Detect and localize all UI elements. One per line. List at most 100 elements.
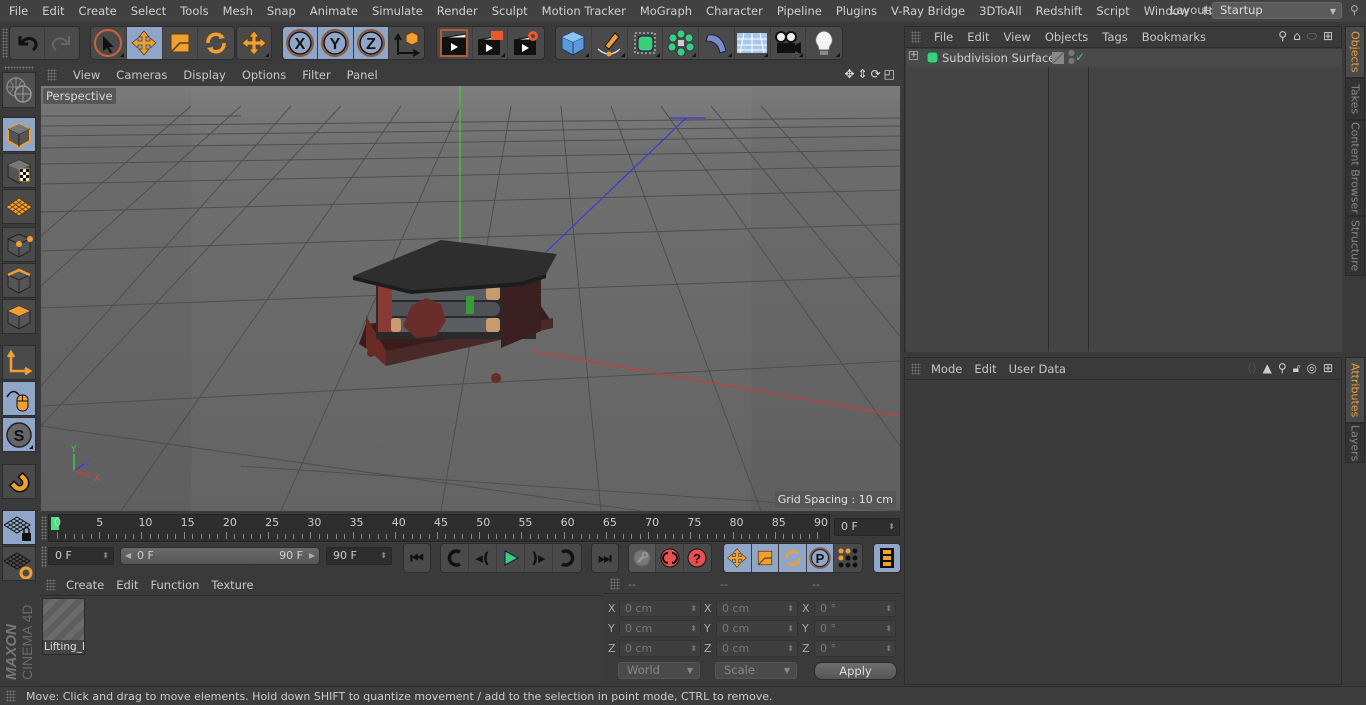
axis-mode-button[interactable] bbox=[2, 345, 36, 380]
timeline-window-button[interactable] bbox=[874, 544, 900, 572]
spinner-icon[interactable]: ⬍ bbox=[380, 548, 387, 564]
size-y-field[interactable]: 0 cm ⬍ bbox=[716, 620, 798, 637]
spinner-icon[interactable]: ⬍ bbox=[787, 621, 794, 636]
tab-objects[interactable]: Objects bbox=[1345, 26, 1365, 78]
menu-plugins[interactable]: Plugins bbox=[829, 0, 884, 22]
workplane-mode-button[interactable] bbox=[2, 189, 36, 224]
rotate-tool-button[interactable] bbox=[198, 27, 234, 59]
menu-pipeline[interactable]: Pipeline bbox=[770, 0, 829, 22]
material-menu-edit[interactable]: Edit bbox=[110, 578, 144, 592]
menu-mograph[interactable]: MoGraph bbox=[633, 0, 699, 22]
spinner-icon[interactable]: ⬍ bbox=[885, 641, 892, 656]
menu-animate[interactable]: Animate bbox=[303, 0, 365, 22]
cursor-icon[interactable]: ▲ bbox=[1263, 361, 1272, 376]
y-axis-button[interactable]: Y bbox=[318, 27, 354, 59]
object-grip[interactable] bbox=[911, 31, 921, 43]
spinner-icon[interactable]: ⬍ bbox=[885, 621, 892, 636]
object-menu-tags[interactable]: Tags bbox=[1095, 30, 1134, 44]
viewport-menu-cameras[interactable]: Cameras bbox=[108, 68, 175, 82]
position-z-field[interactable]: 0 cm ⬍ bbox=[619, 640, 701, 657]
tab-attributes[interactable]: Attributes bbox=[1345, 357, 1365, 423]
apply-button[interactable]: Apply bbox=[814, 662, 897, 680]
key-rotation-button[interactable] bbox=[779, 544, 807, 572]
subdivision-surface-button[interactable] bbox=[628, 27, 664, 59]
previous-key-button[interactable] bbox=[441, 544, 469, 572]
pan-icon[interactable]: ✥ bbox=[844, 67, 854, 81]
previous-frame-button[interactable]: ◂( bbox=[469, 544, 497, 572]
material-grip[interactable] bbox=[46, 579, 56, 591]
menu-snap[interactable]: Snap bbox=[260, 0, 303, 22]
texture-mode-button[interactable] bbox=[2, 153, 36, 188]
timeline-ruler[interactable]: 0 5 10 15 20 25 30 35 40 45 50 55 60 65 70 75 80 85 90 bbox=[48, 514, 830, 542]
preview-range-slider[interactable]: ◀ 0 F 90 F ▶ bbox=[120, 547, 320, 565]
menu-render[interactable]: Render bbox=[430, 0, 485, 22]
rotation-x-field[interactable]: 0 ° ⬍ bbox=[814, 600, 896, 617]
left-toolbar-grip[interactable] bbox=[4, 66, 34, 70]
toolbar-grip[interactable] bbox=[2, 28, 8, 58]
rotation-y-field[interactable]: 0 ° ⬍ bbox=[814, 620, 896, 637]
undo-button[interactable] bbox=[10, 27, 45, 59]
menu-create[interactable]: Create bbox=[72, 0, 124, 22]
material-menu-texture[interactable]: Texture bbox=[205, 578, 259, 592]
spinner-icon[interactable]: ⬍ bbox=[787, 641, 794, 656]
tab-layers[interactable]: Layers bbox=[1345, 423, 1365, 463]
deformer-button[interactable] bbox=[699, 27, 735, 59]
menu-redshift[interactable]: Redshift bbox=[1029, 0, 1090, 22]
perspective-viewport[interactable]: Y Z X Perspective Grid Spacing : 10 cm bbox=[41, 86, 900, 511]
back-icon[interactable]: ⟨⟩ bbox=[1247, 361, 1256, 376]
size-z-field[interactable]: 0 cm ⬍ bbox=[716, 640, 798, 657]
z-axis-button[interactable]: Z bbox=[353, 27, 389, 59]
autokey-button[interactable] bbox=[656, 544, 684, 572]
coordinates-grip[interactable] bbox=[610, 578, 620, 590]
select-tool-button[interactable] bbox=[91, 27, 127, 59]
spinner-icon[interactable]: ⬍ bbox=[690, 641, 697, 656]
transport-grip[interactable] bbox=[41, 546, 47, 568]
enabled-check-icon[interactable]: ✓ bbox=[1075, 50, 1085, 64]
view-navigation-button[interactable] bbox=[2, 72, 36, 108]
menu-edit[interactable]: Edit bbox=[35, 0, 71, 22]
dolly-icon[interactable]: ⇕ bbox=[858, 67, 868, 81]
key-position-button[interactable] bbox=[724, 544, 752, 572]
search-icon[interactable]: ⚲ bbox=[1350, 3, 1359, 17]
menu-mesh[interactable]: Mesh bbox=[216, 0, 260, 22]
menu-character[interactable]: Character bbox=[699, 0, 770, 22]
position-x-field[interactable]: 0 cm ⬍ bbox=[619, 600, 701, 617]
menu-3dtoall[interactable]: 3DToAll bbox=[972, 0, 1029, 22]
current-frame-field[interactable]: 0 F ⬍ bbox=[834, 518, 900, 536]
floor-button[interactable] bbox=[735, 27, 771, 59]
snap-button[interactable] bbox=[2, 464, 36, 499]
object-menu-objects[interactable]: Objects bbox=[1038, 30, 1095, 44]
go-to-start-button[interactable]: ⏮ bbox=[404, 544, 430, 572]
attribute-menu-mode[interactable]: Mode bbox=[925, 362, 968, 376]
spline-pen-button[interactable] bbox=[592, 27, 628, 59]
viewport-menu-options[interactable]: Options bbox=[234, 68, 294, 82]
viewport-menu-panel[interactable]: Panel bbox=[339, 68, 386, 82]
object-menu-edit[interactable]: Edit bbox=[960, 30, 996, 44]
end-frame-field[interactable]: 90 F ⬍ bbox=[326, 547, 392, 565]
viewport-menu-view[interactable]: View bbox=[65, 68, 108, 82]
key-pla-button[interactable] bbox=[834, 544, 862, 572]
material-menu-create[interactable]: Create bbox=[60, 578, 110, 592]
object-menu-bookmarks[interactable]: Bookmarks bbox=[1135, 30, 1213, 44]
camera-button[interactable] bbox=[771, 27, 807, 59]
play-button[interactable] bbox=[497, 544, 525, 572]
menu-motion-tracker[interactable]: Motion Tracker bbox=[535, 0, 633, 22]
attribute-menu-user-data[interactable]: User Data bbox=[1003, 362, 1072, 376]
orbit-icon[interactable]: ⟳ bbox=[871, 67, 881, 81]
coordinate-system-button[interactable] bbox=[389, 27, 424, 59]
menu-file[interactable]: File bbox=[0, 0, 35, 22]
object-row[interactable]: + Subdivision Surface ● ● ✓ bbox=[906, 49, 1342, 67]
key-param-button[interactable]: P bbox=[806, 544, 835, 572]
expand-icon[interactable]: + bbox=[909, 51, 918, 60]
layout-dropdown[interactable]: Startup ▼ bbox=[1212, 2, 1342, 19]
go-to-end-button[interactable]: ⏭ bbox=[592, 544, 618, 572]
render-settings-button[interactable] bbox=[508, 27, 544, 59]
x-axis-button[interactable]: X bbox=[283, 27, 319, 59]
cloner-button[interactable] bbox=[663, 27, 699, 59]
target-icon[interactable]: ◎ bbox=[1306, 361, 1316, 376]
spinner-icon[interactable]: ⬍ bbox=[690, 621, 697, 636]
spinner-icon[interactable]: ⬍ bbox=[888, 519, 895, 535]
render-visibility-icon[interactable]: ● ● bbox=[1068, 49, 1075, 65]
maximize-view-icon[interactable]: ◰ bbox=[884, 67, 895, 81]
spinner-icon[interactable]: ⬍ bbox=[787, 601, 794, 616]
